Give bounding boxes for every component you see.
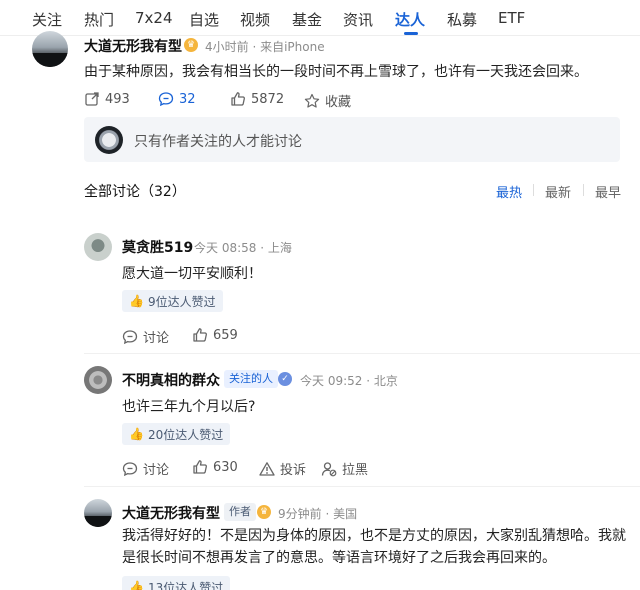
comment-meta: 今天 08:58 · 上海 [194,241,292,255]
channel-tabs: 关注 热门 7x24 自选 视频 基金 资讯 达人 私募 ETF [0,0,640,36]
comment-icon [158,92,174,107]
comment-content: 我活得好好的！不是因为身体的原因，也不是方丈的原因，大家别乱猜想哈。我就是很长时… [122,528,626,566]
tab-news[interactable]: 资讯 [343,9,373,30]
tab-experts[interactable]: 达人 [395,9,425,30]
comment-author-name[interactable]: 不明真相的群众 [122,370,220,390]
like-button[interactable]: 5872 [230,91,284,107]
comment-discuss-button[interactable]: 讨论 [122,459,169,478]
crown-icon: ♛ [257,505,271,519]
user-block-icon [321,461,337,476]
sort-newest[interactable]: 最新 [545,182,571,201]
thumbs-up-icon: 👍 [129,294,144,308]
comment-like-button[interactable]: 630 [192,459,238,475]
followed-user-tag: 关注的人 [224,370,278,388]
comment-divider [84,486,640,487]
tab-follow[interactable]: 关注 [32,9,62,30]
post-content: 由于某种原因，我会有相当长的一段时间不再上雪球了，也许有一天我还会回来。 [84,64,588,80]
sort-oldest[interactable]: 最早 [595,182,621,201]
comment-author-avatar[interactable] [84,366,112,394]
thumbs-up-icon: 👍 [129,580,144,590]
report-button[interactable]: 投诉 [259,459,306,478]
comment-content: 也许三年九个月以后? [122,399,256,415]
comment-discuss-button[interactable]: 讨论 [122,327,169,346]
thumbs-up-icon [193,328,207,342]
thumbs-up-icon: 👍 [129,427,144,441]
comment-button[interactable]: 32 [158,91,196,107]
repost-button[interactable]: 493 [84,91,130,107]
comment-author-avatar[interactable] [84,233,112,261]
block-button[interactable]: 拉黑 [321,459,368,478]
comment-meta: 9分钟前 · 美国 [278,507,358,521]
collect-button[interactable]: 收藏 [304,91,351,110]
author-tag: 作者 [224,503,256,521]
tab-video[interactable]: 视频 [240,9,270,30]
comment-divider [84,353,640,354]
star-icon [304,93,320,108]
post-author-avatar[interactable] [32,31,68,67]
tab-etf[interactable]: ETF [498,9,525,27]
share-icon [85,92,99,106]
comment-count: 32 [179,91,196,107]
repost-count: 493 [105,91,130,107]
verified-icon: ✓ [278,372,292,386]
collect-label: 收藏 [325,95,352,110]
current-user-avatar [95,126,123,154]
discussion-title: 全部讨论（32） [84,184,186,200]
comment-author-avatar[interactable] [84,499,112,527]
tab-watchlist[interactable]: 自选 [189,9,219,30]
comment-like-button[interactable]: 659 [192,327,238,343]
tab-private-fund[interactable]: 私募 [447,9,477,30]
thumbs-up-icon [193,460,207,474]
comment-icon [122,329,138,344]
active-tab-indicator [404,32,418,35]
comment-author-name[interactable]: 莫贪胜519 [122,237,193,257]
expert-likes-badge[interactable]: 👍 20位达人赞过 [122,423,231,445]
tab-7x24[interactable]: 7x24 [135,9,173,27]
restriction-notice: 只有作者关注的人才能讨论 [134,134,302,150]
tab-fund[interactable]: 基金 [292,9,322,30]
warning-icon [259,461,275,476]
expert-likes-badge[interactable]: 👍 9位达人赞过 [122,290,223,312]
expert-likes-badge[interactable]: 👍 13位达人赞过 [122,576,231,590]
sort-divider [533,184,534,196]
thumbs-up-icon [231,92,245,106]
like-count: 5872 [251,91,285,107]
comment-meta: 今天 09:52 · 北京 [300,374,398,388]
comment-content: 愿大道一切平安顺利！ [122,266,262,282]
crown-icon: ♛ [184,38,198,52]
post-meta: 4小时前 · 来自iPhone [205,40,325,54]
comment-author-name[interactable]: 大道无形我有型 [122,503,220,523]
post-author-name[interactable]: 大道无形我有型 [84,36,182,56]
sort-hot[interactable]: 最热 [496,182,522,201]
sort-divider [583,184,584,196]
tab-hot[interactable]: 热门 [84,9,114,30]
comment-icon [122,461,138,476]
